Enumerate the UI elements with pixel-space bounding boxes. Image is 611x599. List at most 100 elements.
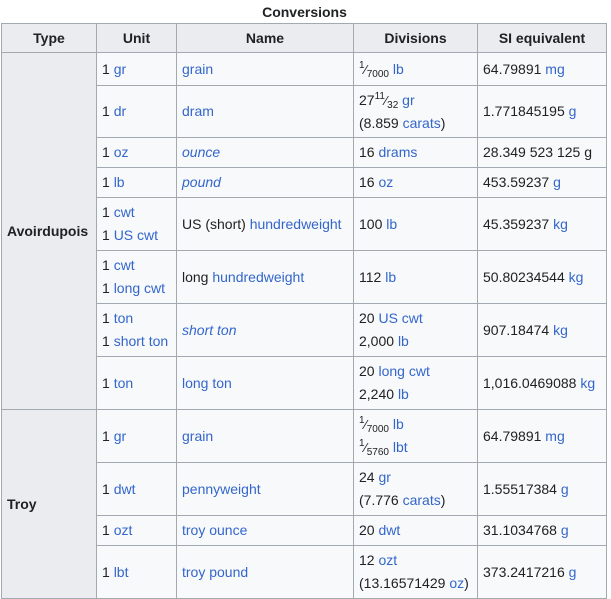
division-unit-link[interactable]: gr [402, 92, 414, 108]
division-value: (13.16571429 [359, 575, 450, 591]
division-suffix: ) [440, 114, 446, 131]
unit-link[interactable]: cwt [114, 257, 135, 273]
division-unit-link[interactable]: long cwt [378, 363, 429, 379]
division-unit-link[interactable]: lb [393, 61, 404, 77]
name-cell: ounce [176, 137, 354, 168]
name-link[interactable]: hundredweight [250, 216, 342, 232]
si-unit-link[interactable]: kg [553, 216, 568, 232]
si-unit-link[interactable]: g [561, 481, 569, 497]
division-value: 100 [359, 215, 387, 232]
si-unit-link[interactable]: g [553, 174, 561, 190]
si-unit-link[interactable]: kg [553, 322, 568, 338]
table-row: Troy 1 gr grain 1⁄7000 lb 1⁄5760 lbt 64.79891… [1, 409, 607, 599]
division-unit-link[interactable]: lb [393, 416, 404, 432]
unit-link[interactable]: lb [114, 174, 125, 190]
division-unit-link[interactable]: lb [398, 386, 409, 402]
unit-cell: 1 cwt 1 US cwt [96, 197, 177, 251]
header-name: Name [176, 23, 354, 53]
unit-line: 1 short ton [102, 330, 171, 353]
division-value: 20 [359, 522, 379, 538]
division-unit-link[interactable]: dwt [378, 522, 400, 538]
si-cell: 373.2417216 g [477, 545, 607, 599]
si-unit-link[interactable]: kg [580, 375, 595, 391]
name-cell: pennyweight [176, 462, 354, 516]
name-link[interactable]: grain [182, 428, 213, 444]
unit-link[interactable]: gr [114, 428, 126, 444]
si-unit-link[interactable]: g [569, 564, 577, 580]
unit-link[interactable]: ton [114, 310, 133, 326]
division-line: 20 dwt [359, 519, 472, 542]
si-unit-link[interactable]: g [569, 103, 577, 119]
unit-number: 1 [102, 522, 114, 538]
name-link[interactable]: hundredweight [212, 269, 304, 285]
division-line: (13.16571429 oz) [359, 572, 472, 595]
name-link[interactable]: pennyweight [182, 481, 261, 497]
divisions-cell: 12 ozt (13.16571429 oz) [353, 545, 478, 599]
divisions-cell: 112 lb [353, 250, 478, 304]
division-value: 2,000 [359, 333, 398, 349]
unit-line: 1 dr [102, 100, 171, 123]
si-unit-link[interactable]: kg [569, 269, 584, 285]
name-link[interactable]: pound [182, 174, 221, 190]
si-unit-link[interactable]: mg [545, 428, 564, 444]
division-line: 24 gr [359, 466, 472, 489]
unit-link[interactable]: dr [114, 103, 126, 119]
division-unit-link[interactable]: lb [385, 269, 396, 285]
si-cell: 1.771845195 g [477, 85, 607, 138]
unit-link[interactable]: short ton [114, 333, 168, 349]
unit-link[interactable]: ton [114, 375, 133, 391]
si-unit-link[interactable]: g [561, 522, 569, 538]
division-value: (8.859 [359, 114, 403, 131]
division-unit-link[interactable]: ozt [378, 552, 397, 568]
name-link[interactable]: troy pound [182, 564, 248, 580]
type-cell: Avoirdupois [1, 52, 97, 410]
si-value: 907.18474 [483, 321, 554, 338]
division-unit-link[interactable]: lb [386, 216, 397, 232]
unit-link[interactable]: dwt [114, 481, 136, 497]
name-link[interactable]: dram [182, 103, 214, 119]
unit-number: 1 [102, 204, 114, 220]
si-cell: 453.59237 g [477, 167, 607, 198]
unit-cell: 1 cwt 1 long cwt [96, 250, 177, 304]
unit-link[interactable]: US cwt [114, 227, 158, 243]
unit-link[interactable]: cwt [114, 204, 135, 220]
unit-link[interactable]: gr [114, 61, 126, 77]
name-link[interactable]: long ton [182, 375, 232, 391]
name-link[interactable]: short ton [182, 322, 236, 338]
division-unit-link[interactable]: drams [378, 144, 417, 160]
division-unit-link[interactable]: lb [398, 333, 409, 349]
unit-link[interactable]: long cwt [114, 280, 165, 296]
division-unit-link[interactable]: carats [403, 115, 441, 131]
si-value: 50.80234544 [483, 268, 569, 285]
si-cell: 64.79891 mg [477, 409, 607, 463]
division-unit-link[interactable]: gr [378, 469, 390, 485]
name-link[interactable]: ounce [182, 144, 220, 160]
unit-link[interactable]: ozt [114, 522, 133, 538]
fraction-denominator: 32 [387, 99, 399, 111]
division-line: 100 lb [359, 213, 472, 236]
unit-number: 1 [102, 480, 114, 497]
name-link[interactable]: grain [182, 61, 213, 77]
divisions-cell: 16 drams [353, 137, 478, 168]
si-value: 1.55517384 [483, 480, 561, 497]
name-cell: short ton [176, 303, 354, 357]
unit-link[interactable]: lbt [114, 564, 129, 580]
divisions-cell: 1⁄7000 lb [353, 52, 478, 86]
division-line: 2,240 lb [359, 383, 472, 406]
si-cell: 64.79891 mg [477, 52, 607, 86]
unit-number: 1 [102, 333, 114, 349]
unit-line: 1 oz [102, 141, 171, 164]
si-value: 64.79891 [483, 427, 546, 444]
conversions-table: Type Unit Name Divisions SI equivalent A… [1, 23, 607, 599]
division-unit-link[interactable]: carats [403, 492, 441, 508]
unit-line: 1 ozt [102, 519, 171, 542]
si-unit-link[interactable]: mg [545, 61, 564, 77]
unit-link[interactable]: oz [114, 144, 129, 160]
division-unit-link[interactable]: lbt [393, 439, 408, 455]
division-unit-link[interactable]: oz [378, 174, 393, 190]
division-unit-link[interactable]: US cwt [378, 310, 422, 326]
name-link[interactable]: troy ounce [182, 522, 247, 538]
division-unit-link[interactable]: oz [449, 575, 464, 591]
fraction-numerator: 11 [374, 90, 385, 102]
unit-number: 1 [102, 310, 114, 326]
